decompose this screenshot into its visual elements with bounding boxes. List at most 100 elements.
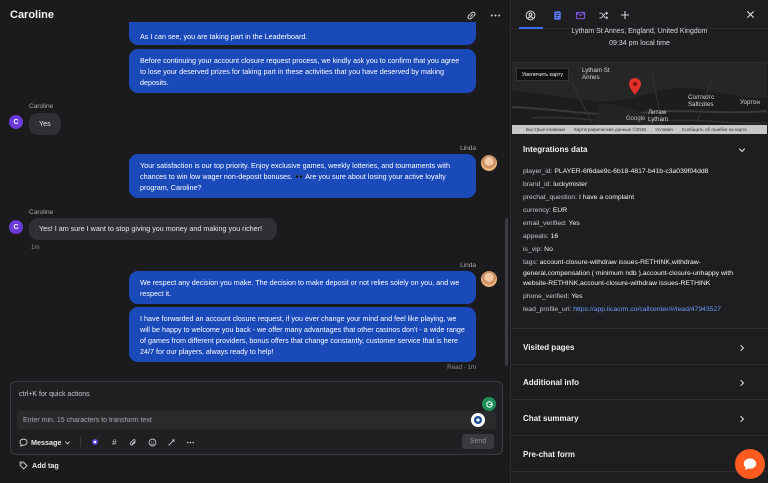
agent-avatar <box>481 155 497 171</box>
chat-widget-button[interactable] <box>735 449 765 479</box>
chevron-down-icon[interactable] <box>738 146 746 154</box>
shuffle-icon <box>598 11 608 19</box>
agent-message: I have forwarded an account closure requ… <box>129 307 476 362</box>
map-shortcuts-link[interactable]: Быстрые клавиши <box>526 127 565 132</box>
field-key: currency: <box>523 207 551 214</box>
customer-avatar: C <box>9 220 23 234</box>
tag-icon <box>19 461 28 470</box>
chat-bubble-icon <box>19 438 28 447</box>
integration-field-is-vip: is_vip: No <box>523 245 753 256</box>
field-key: brand_id: <box>523 181 552 188</box>
integration-field-lead-profile-url: lead_profile_url: https://app.licacrm.co… <box>523 305 753 316</box>
emoji-icon[interactable] <box>147 437 157 447</box>
message-time: 1m <box>31 244 40 251</box>
section-divider <box>511 435 768 436</box>
enlarge-map-button[interactable]: Увеличить карту <box>516 68 570 81</box>
customer-avatar: C <box>9 115 23 129</box>
section-additional-info[interactable]: Additional info <box>523 378 579 387</box>
chevron-right-icon[interactable] <box>738 344 746 352</box>
section-divider <box>511 364 768 365</box>
note-icon <box>553 10 561 20</box>
field-value: I have a complaint <box>578 194 635 201</box>
map-report-link[interactable]: Сообщить об ошибке на карте <box>682 127 747 132</box>
lead-profile-link[interactable]: https://app.licacrm.co/callcenter/#/lead… <box>573 306 721 313</box>
google-logo: Google <box>626 116 646 122</box>
send-button[interactable]: Send <box>462 434 494 449</box>
field-key: is_vip: <box>523 246 543 253</box>
details-tabs <box>511 0 768 29</box>
field-value: Yes <box>568 220 580 227</box>
sender-name: Caroline <box>29 209 54 216</box>
message-type-select[interactable]: Message <box>19 438 71 447</box>
integration-field-player-id: player_id: PLAYER-6f6dae9c-6b18-4817-b41… <box>523 167 753 178</box>
chat-scrollbar[interactable] <box>505 218 508 366</box>
quick-actions-hint: ctrl+K for quick actions <box>19 391 90 398</box>
field-value: No <box>544 246 553 253</box>
map-label-wharton: Уортон <box>740 99 760 106</box>
map-label-lytham: Литам Lytham <box>648 109 669 123</box>
customer-message: Yes! I am sure I want to stop giving you… <box>29 218 277 240</box>
field-value: PLAYER-6f6dae9c-6b18-4817-b41b-c3a039f04… <box>554 168 709 175</box>
field-key: email_verified: <box>523 220 567 227</box>
hashtag-icon[interactable]: # <box>109 437 119 447</box>
section-divider <box>511 328 768 329</box>
agent-message: Before continuing your account closure r… <box>129 49 476 93</box>
section-chat-summary[interactable]: Chat summary <box>523 414 579 423</box>
map-pin-icon <box>629 78 641 95</box>
field-key: lead_profile_url: <box>523 306 572 313</box>
section-divider <box>511 471 768 472</box>
tab-notes[interactable] <box>550 8 564 22</box>
map-data-credit: Картографические данные ©2025 <box>573 127 647 132</box>
assistant-widget-icon[interactable] <box>471 413 485 427</box>
sender-name: Caroline <box>29 103 54 110</box>
message-text: Yes <box>39 119 51 128</box>
section-pre-chat-form[interactable]: Pre-chat form <box>523 450 575 459</box>
tab-customer-info[interactable] <box>523 8 537 22</box>
field-key: prechat_question: <box>523 194 578 201</box>
section-divider <box>511 399 768 400</box>
map-terms-link[interactable]: Условия <box>655 127 673 132</box>
agent-avatar <box>481 271 497 287</box>
integrations-data-header[interactable]: Integrations data <box>523 145 587 154</box>
chevron-right-icon[interactable] <box>738 415 746 423</box>
integration-field-email-verified: email_verified: Yes <box>523 219 753 230</box>
magic-wand-icon[interactable] <box>166 437 176 447</box>
more-options-icon[interactable] <box>489 9 501 21</box>
message-text: As I can see, you are taking part in the… <box>140 32 308 41</box>
close-icon[interactable] <box>744 8 756 20</box>
map-label-lytham-st-annes: Lytham St Annes <box>582 67 610 81</box>
add-tag-label: Add tag <box>32 461 59 470</box>
chevron-down-icon <box>65 440 71 444</box>
tab-integrations[interactable] <box>596 8 610 22</box>
section-visited-pages[interactable]: Visited pages <box>523 343 574 352</box>
chat-panel: Caroline As I can see, you are taking pa… <box>0 0 511 483</box>
field-value: Yes <box>571 293 583 300</box>
field-value: account-closure-withdraw issues-RETHINK,… <box>523 259 734 287</box>
link-icon[interactable] <box>465 9 477 21</box>
message-input[interactable] <box>17 411 496 429</box>
message-text: We respect any decision you make. The de… <box>140 278 460 298</box>
integration-field-prechat-question: prechat_question: I have a complaint <box>523 193 753 204</box>
agent-message: As I can see, you are taking part in the… <box>129 22 476 45</box>
attachment-icon[interactable] <box>128 437 138 447</box>
chat-bubble-icon <box>743 458 757 470</box>
chat-title: Caroline <box>10 9 55 21</box>
customer-location: Lytham St Annes, England, United Kingdom <box>571 28 708 35</box>
grammar-check-icon[interactable] <box>482 397 496 411</box>
message-composer: ctrl+K for quick actions Message # <box>10 381 503 455</box>
field-key: player_id: <box>523 168 553 175</box>
field-value: EUR <box>552 207 568 214</box>
add-tag-button[interactable]: Add tag <box>19 461 59 470</box>
chevron-right-icon[interactable] <box>738 379 746 387</box>
ai-assist-icon[interactable] <box>90 437 100 447</box>
agent-message: Your satisfaction is our top priority. E… <box>129 154 476 198</box>
sender-name: Linda <box>460 145 476 152</box>
user-circle-icon <box>525 10 535 20</box>
add-tab-icon[interactable] <box>618 8 632 22</box>
customer-message: Yes <box>29 113 61 135</box>
tab-email[interactable] <box>573 8 587 22</box>
toolbar-divider <box>80 437 82 447</box>
mail-icon <box>575 11 585 19</box>
more-tools-icon[interactable] <box>185 437 195 447</box>
location-map[interactable]: Увеличить карту Lytham St Annes Солткотс… <box>512 62 767 134</box>
